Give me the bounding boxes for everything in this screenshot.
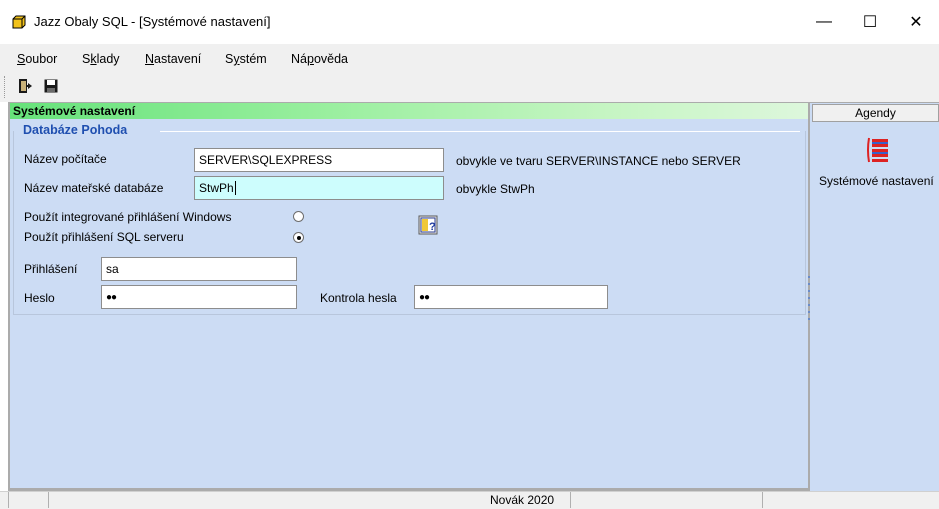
db-name-hint: obvykle StwPh (456, 182, 535, 196)
help-book-icon: ? (418, 215, 438, 235)
toolbar-grip[interactable] (4, 76, 7, 98)
db-name-label: Název mateřské databáze (24, 181, 164, 195)
menu-sklady[interactable]: Sklady (82, 52, 120, 66)
menu-system[interactable]: Systém (225, 52, 267, 66)
computer-name-input[interactable]: SERVER\SQLEXPRESS (194, 148, 444, 172)
password-check-input[interactable]: ●● (414, 285, 608, 309)
app-icon (12, 15, 26, 29)
password-label: Heslo (24, 291, 55, 305)
menu-nastaveni-accel: N (145, 52, 155, 66)
sql-login-label: Použít přihlášení SQL serveru (24, 230, 184, 244)
agendy-header[interactable]: Agendy (812, 104, 939, 122)
password-check-value: ●● (419, 291, 430, 303)
svg-text:?: ? (429, 221, 436, 233)
menu-napoveda[interactable]: Nápověda (291, 52, 348, 66)
db-name-input[interactable]: StwPh (194, 176, 444, 200)
menu-napoveda-label: ověda (313, 52, 348, 66)
panel-title: Systémové nastavení (13, 104, 136, 118)
status-separator (48, 492, 49, 508)
db-name-value: StwPh (199, 181, 234, 195)
maximize-button[interactable]: ☐ (847, 0, 893, 44)
menu-soubor[interactable]: Soubor (17, 52, 57, 66)
login-input[interactable]: sa (101, 257, 297, 281)
windows-login-radio[interactable] (293, 211, 304, 222)
section-title: Databáze Pohoda (23, 123, 128, 137)
computer-name-label: Název počítače (24, 152, 107, 166)
status-separator (8, 492, 9, 508)
password-value: ●● (106, 291, 117, 303)
floppy-disk-icon (44, 79, 58, 93)
toolbar (0, 72, 939, 102)
radio-selected-dot (296, 235, 301, 240)
menu-soubor-label: oubor (25, 52, 58, 66)
window-title: Jazz Obaly SQL - [Systémové nastavení] (34, 14, 271, 29)
minimize-icon: — (816, 13, 832, 30)
minimize-button[interactable]: — (801, 0, 847, 44)
windows-login-label: Použít integrované přihlášení Windows (24, 210, 232, 224)
help-button[interactable]: ? (418, 215, 438, 235)
sql-login-radio[interactable] (293, 232, 304, 243)
exit-button[interactable] (15, 75, 37, 97)
login-value: sa (106, 262, 119, 276)
settings-list-icon[interactable] (866, 136, 892, 164)
close-icon: ✕ (909, 14, 923, 31)
menu-sklady-label: lady (96, 52, 120, 66)
menu-nastaveni[interactable]: Nastavení (145, 52, 201, 66)
password-input[interactable]: ●● (101, 285, 297, 309)
status-separator (570, 492, 571, 508)
login-label: Přihlášení (24, 262, 78, 276)
menu-napoveda-accel: p (306, 52, 314, 66)
password-check-label: Kontrola hesla (320, 291, 397, 305)
save-button[interactable] (40, 75, 62, 97)
maximize-icon: ☐ (862, 14, 878, 31)
computer-name-value: SERVER\SQLEXPRESS (199, 153, 333, 167)
text-cursor (234, 181, 236, 195)
exit-door-icon (19, 79, 32, 93)
section-divider (160, 131, 800, 132)
computer-name-hint: obvykle ve tvaru SERVER\INSTANCE nebo SE… (456, 154, 741, 168)
agenda-item-label[interactable]: Systémové nastavení (819, 174, 934, 188)
status-user: Novák 2020 (490, 493, 555, 507)
menu-bar (0, 44, 939, 72)
menu-nastaveni-label: astavení (154, 52, 202, 66)
menu-system-label: stém (239, 52, 267, 66)
status-bar (0, 491, 939, 509)
status-separator (762, 492, 763, 508)
close-button[interactable]: ✕ (893, 0, 939, 44)
menu-napoveda-pre: Ná (291, 52, 307, 66)
